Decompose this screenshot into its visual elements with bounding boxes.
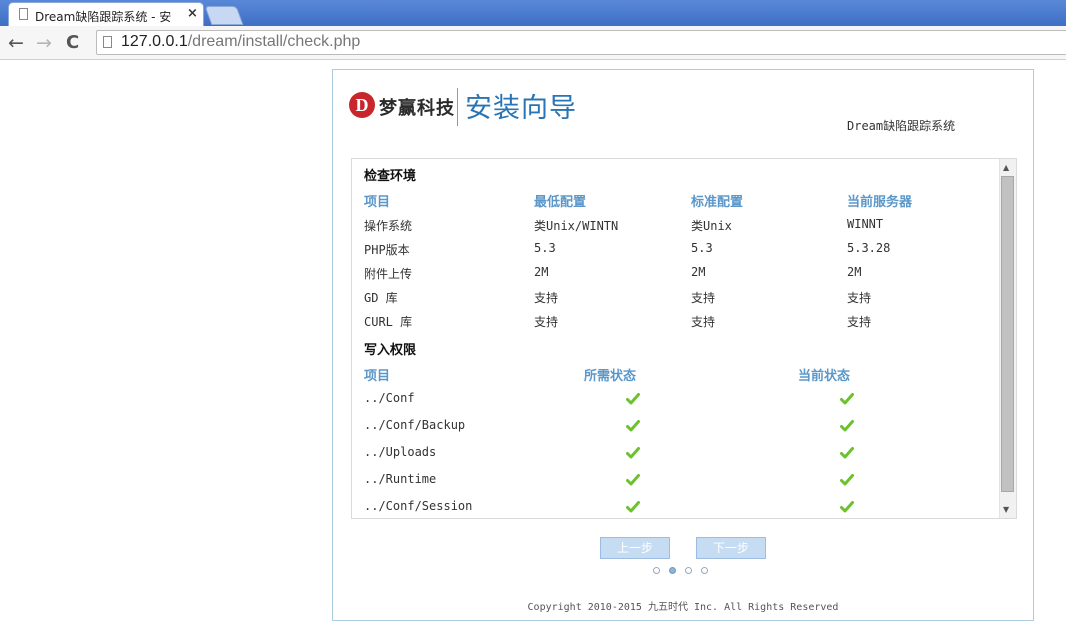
env-cell: 2M [534, 265, 549, 279]
env-col-min: 最低配置 [534, 195, 587, 210]
env-cell: 支持 [691, 315, 716, 329]
company-logo-text: 梦赢科技 [379, 98, 455, 119]
env-col-item: 项目 [364, 195, 391, 210]
reload-icon[interactable]: C [66, 32, 79, 53]
system-name: Dream缺陷跟踪系统 [847, 119, 956, 133]
env-col-standard: 标准配置 [691, 195, 744, 210]
browser-toolbar: ← → C 127.0.0.1/dream/install/check.php [0, 26, 1066, 60]
url-text: 127.0.0.1/dream/install/check.php [121, 33, 361, 50]
current-check-icon [840, 473, 854, 487]
step-dot [653, 567, 660, 574]
env-cell: GD 库 [364, 291, 398, 305]
perm-path: ../Conf/Backup [364, 418, 466, 432]
step-dot [669, 567, 676, 574]
install-panel: D 梦赢科技 安装向导 Dream缺陷跟踪系统 检查环境 项目 最低配置 标准配… [332, 69, 1034, 621]
required-check-icon [626, 473, 640, 487]
required-check-icon [626, 392, 640, 406]
scroll-down-icon[interactable]: ▼ [1003, 505, 1009, 514]
back-icon[interactable]: ← [8, 32, 24, 54]
scroll-thumb[interactable] [1001, 176, 1014, 492]
current-check-icon [840, 419, 854, 433]
env-cell: 操作系统 [364, 219, 413, 233]
perm-section-title: 写入权限 [364, 343, 417, 358]
step-dot [685, 567, 692, 574]
required-check-icon [626, 500, 640, 514]
wizard-title: 安装向导 [465, 93, 577, 124]
perm-col-item: 项目 [364, 369, 391, 384]
tab-title: Dream缺陷跟踪系统 - 安 [35, 10, 172, 24]
env-cell: 5.3 [691, 241, 713, 255]
page-icon [103, 36, 112, 48]
perm-path: ../Runtime [364, 472, 437, 486]
env-cell: CURL 库 [364, 315, 413, 329]
close-tab-icon[interactable]: × [187, 6, 198, 21]
required-check-icon [626, 419, 640, 433]
env-cell: 支持 [534, 315, 559, 329]
page-icon [19, 8, 28, 20]
address-bar[interactable]: 127.0.0.1/dream/install/check.php [96, 30, 1066, 55]
perm-path: ../Conf/Session [364, 499, 473, 513]
env-cell: 5.3.28 [847, 241, 891, 255]
logo-divider [457, 88, 458, 126]
logo-icon: D [349, 92, 375, 118]
env-col-current: 当前服务器 [847, 195, 913, 210]
perm-path: ../Uploads [364, 445, 437, 459]
current-check-icon [840, 392, 854, 406]
browser-tab-bar: Dream缺陷跟踪系统 - 安 × [0, 0, 1066, 26]
current-check-icon [840, 500, 854, 514]
perm-col-current: 当前状态 [798, 369, 851, 384]
env-cell: 类Unix [691, 219, 732, 233]
env-cell: 支持 [847, 291, 872, 305]
perm-path: ../Conf [364, 391, 415, 405]
env-cell: 支持 [534, 291, 559, 305]
scrollbar[interactable]: ▲ ▼ [999, 159, 1016, 518]
perm-col-required: 所需状态 [584, 369, 637, 384]
env-cell: 2M [691, 265, 706, 279]
required-check-icon [626, 446, 640, 460]
new-tab-button[interactable] [204, 6, 244, 25]
forward-icon[interactable]: → [36, 32, 52, 54]
check-scroll-box[interactable]: 检查环境 项目 最低配置 标准配置 当前服务器 操作系统 类Unix/WINTN… [351, 158, 1017, 519]
copyright: Copyright 2010-2015 九五时代 Inc. All Rights… [527, 602, 839, 613]
scroll-up-icon[interactable]: ▲ [1003, 163, 1009, 172]
step-dot [701, 567, 708, 574]
prev-step-button[interactable]: 上一步 [600, 537, 670, 559]
env-cell: PHP版本 [364, 243, 410, 257]
next-step-button[interactable]: 下一步 [696, 537, 766, 559]
env-cell: 附件上传 [364, 267, 413, 281]
browser-tab[interactable]: Dream缺陷跟踪系统 - 安 × [8, 2, 204, 26]
env-cell: 2M [847, 265, 862, 279]
env-cell: WINNT [847, 217, 884, 231]
env-cell: 支持 [691, 291, 716, 305]
env-cell: 类Unix/WINTN [534, 219, 619, 233]
env-cell: 支持 [847, 315, 872, 329]
current-check-icon [840, 446, 854, 460]
env-section-title: 检查环境 [364, 169, 417, 184]
env-cell: 5.3 [534, 241, 556, 255]
